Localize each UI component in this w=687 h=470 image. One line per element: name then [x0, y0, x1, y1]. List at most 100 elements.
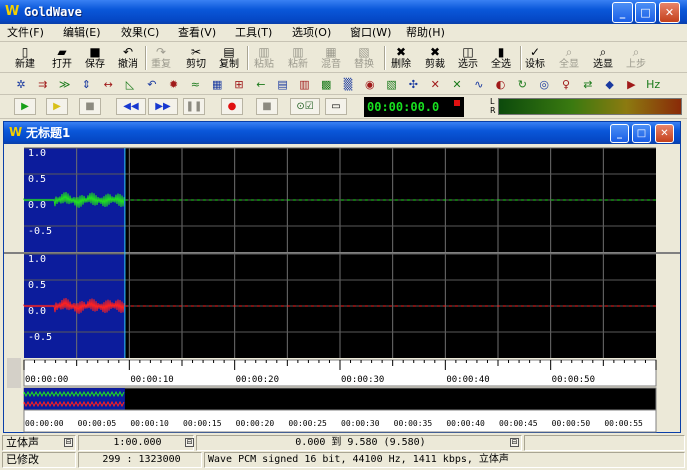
toolbar-cut-button[interactable]: ✂ 剪切 — [184, 44, 208, 72]
menu-effects[interactable]: 效果(C) — [121, 25, 159, 41]
channels-dropdown-icon[interactable]: ⊟ — [64, 438, 73, 447]
toolbar-previous-button[interactable]: ⌕ 上步 — [624, 44, 648, 72]
effect-loop-icon[interactable]: ↻ — [513, 76, 531, 93]
toolbar-paste-new-label: 粘新 — [288, 59, 308, 70]
effect-fade-in-icon[interactable]: ◺ — [121, 76, 139, 93]
close-button[interactable]: ✕ — [659, 2, 680, 23]
status-duration: 1:00.000 — [78, 435, 194, 451]
effect-expand-icon[interactable]: ⇕ — [77, 76, 95, 93]
stop-record-button[interactable]: ■ — [256, 98, 278, 115]
duration-dropdown-icon[interactable]: ⊟ — [185, 438, 194, 447]
sound-window-maximize-button[interactable]: □ — [632, 124, 651, 143]
menu-view[interactable]: 查看(V) — [178, 25, 216, 41]
toolbar-mix-button[interactable]: ▦ 混音 — [319, 44, 343, 72]
effect-spectrum-icon[interactable]: ▒ — [339, 76, 357, 93]
effect-echo-icon[interactable]: ≫ — [56, 76, 74, 93]
toolbar-new-button[interactable]: ▯ 新建 — [13, 44, 37, 72]
effect-bulb-icon[interactable]: ♀ — [557, 76, 575, 93]
effect-volume-icon[interactable]: ▧ — [383, 76, 401, 93]
effect-equalizer-icon[interactable]: ▦ — [208, 76, 226, 93]
toolbar-trim-button[interactable]: ✖ 剪裁 — [423, 44, 447, 72]
effect-hz-icon[interactable]: Hz — [644, 76, 662, 93]
effect-swap-icon[interactable]: ⇄ — [579, 76, 597, 93]
paste-new-icon: ▥ — [292, 45, 304, 59]
toolbar-select-all-button[interactable]: ▮ 全选 — [489, 44, 513, 72]
menu-tools[interactable]: 工具(T) — [235, 25, 272, 41]
sound-window-title-bar[interactable]: W 无标题1 _ □ ✕ — [4, 122, 680, 144]
title-bar[interactable]: W GoldWave _ □ ✕ — [0, 0, 687, 24]
menu-options[interactable]: 选项(O) — [292, 25, 331, 41]
window-toggle-button[interactable]: ▭ — [325, 98, 347, 115]
toolbar-show-all-button[interactable]: ⌕ 全显 — [557, 44, 581, 72]
effect-color-icon[interactable]: ◆ — [601, 76, 619, 93]
window-toggle-icon: ▭ — [331, 101, 341, 112]
menu-window[interactable]: 窗口(W) — [350, 25, 391, 41]
toolbar-paste-new-button[interactable]: ▥ 粘新 — [286, 44, 310, 72]
waveform-display[interactable]: 1.0 0.5 0.0 -0.5 1.0 0.5 0.0 -0.5 00:00:00 00:00:… — [4, 146, 680, 434]
toolbar-redo-button[interactable]: ↷ 重复 — [149, 44, 173, 72]
fast-forward-button[interactable]: ▶▶ — [148, 98, 178, 115]
play-button[interactable]: ▶ — [14, 98, 36, 115]
effect-doppler-icon[interactable]: ✲ — [12, 76, 30, 93]
waveform-area[interactable]: 1.0 0.5 0.0 -0.5 1.0 0.5 0.0 -0.5 00:00:00 00:00:… — [4, 146, 680, 433]
toolbar-replace-button[interactable]: ▧ 替换 — [352, 44, 376, 72]
effect-time-warp-icon[interactable]: ◉ — [361, 76, 379, 93]
sound-window[interactable]: W 无标题1 _ □ ✕ 1.0 0.5 0.0 -0.5 1.0 0.5 0.0 -0.5 0… — [3, 121, 681, 433]
pause-button[interactable]: ❚❚ — [183, 98, 205, 115]
effect-record-icon[interactable]: ◎ — [535, 76, 553, 93]
rewind-button[interactable]: ◀◀ — [116, 98, 146, 115]
effect-play-icon[interactable]: ▶ — [622, 76, 640, 93]
sound-window-close-button[interactable]: ✕ — [655, 124, 674, 143]
toolbar-delete-button[interactable]: ✖ 删除 — [389, 44, 413, 72]
minimize-button[interactable]: _ — [612, 2, 633, 23]
top-amplitude-label: 0.0 — [28, 200, 46, 211]
effect-channel-icon[interactable]: ◐ — [492, 76, 510, 93]
effect-noise-icon[interactable]: ✕ — [448, 76, 466, 93]
record-indicator-icon — [454, 100, 460, 106]
effect-pan-icon[interactable]: ▤ — [274, 76, 292, 93]
effect-fade-icon[interactable]: ↔ — [99, 76, 117, 93]
play-selection-button[interactable]: ▶ — [46, 98, 68, 115]
effect-silence-icon[interactable]: ✕ — [426, 76, 444, 93]
timeline-label: 00:00:40 — [446, 375, 489, 385]
zoom-all-icon: ⌕ — [565, 45, 573, 59]
toolbar-undo-button[interactable]: ↶ 撤消 — [116, 44, 140, 72]
toolbar-paste-button[interactable]: ▥ 粘贴 — [252, 44, 276, 72]
effect-filter-icon[interactable]: ✹ — [165, 76, 183, 93]
effect-invert-icon[interactable]: ⊞ — [230, 76, 248, 93]
effect-flange-icon[interactable]: ≈ — [186, 76, 204, 93]
set-marker-icon: ✓ — [529, 45, 541, 59]
top-amplitude-label: 0.5 — [28, 174, 46, 185]
delete-x-icon: ✖ — [395, 45, 407, 59]
toolbar-save-button[interactable]: ■ 保存 — [83, 44, 107, 72]
trim-icon: ✖ — [429, 45, 441, 59]
toolbar-save-label: 保存 — [85, 59, 105, 70]
effect-dynamics-icon[interactable]: ⇉ — [34, 76, 52, 93]
selection-dropdown-icon[interactable]: ⊟ — [510, 438, 519, 447]
toolbar-copy-button[interactable]: ▤ 复制 — [217, 44, 241, 72]
menu-help[interactable]: 帮助(H) — [406, 25, 445, 41]
overview-timeline-label: 00:00:55 — [604, 419, 643, 428]
bottom-amplitude-label: -0.5 — [28, 332, 52, 343]
zoom-selection-icon: ⌕ — [599, 45, 607, 59]
effect-mechanize-icon[interactable]: ✣ — [404, 76, 422, 93]
effect-pitch-icon[interactable]: ▥ — [295, 76, 313, 93]
maximize-button[interactable]: □ — [635, 2, 656, 23]
effect-smooth-icon[interactable]: ∿ — [470, 76, 488, 93]
menu-edit[interactable]: 编辑(E) — [63, 25, 101, 41]
effect-offset-icon[interactable]: ← — [252, 76, 270, 93]
stop-button[interactable]: ■ — [79, 98, 101, 115]
toolbar-show-selection-button[interactable]: ⌕ 选显 — [591, 44, 615, 72]
effect-resample-icon[interactable]: ▩ — [317, 76, 335, 93]
toolbar-open-button[interactable]: ▰ 打开 — [50, 44, 74, 72]
toolbar-select-view-button[interactable]: ◫ 选示 — [456, 44, 480, 72]
sound-window-minimize-button[interactable]: _ — [610, 124, 629, 143]
overview-timeline-label: 00:00:25 — [288, 419, 327, 428]
toolbar-set-marker-button[interactable]: ✓ 设标 — [523, 44, 547, 72]
record-button[interactable]: ● — [221, 98, 243, 115]
effect-reverse-icon[interactable]: ↶ — [143, 76, 161, 93]
timeline-label: 00:00:50 — [552, 375, 595, 385]
control-properties-button[interactable]: ⊙☑ — [290, 98, 320, 115]
top-amplitude-label: -0.5 — [28, 226, 52, 237]
menu-file[interactable]: 文件(F) — [7, 25, 44, 41]
